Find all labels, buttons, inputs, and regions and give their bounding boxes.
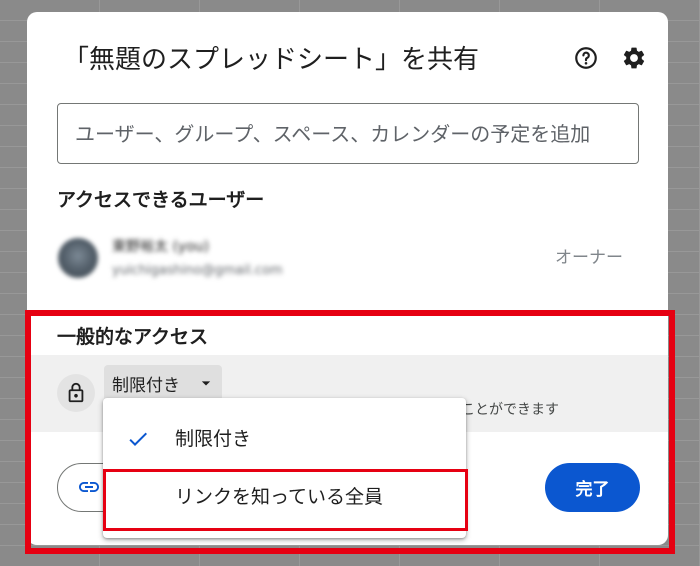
avatar	[58, 238, 98, 278]
share-people-input[interactable]	[57, 103, 639, 164]
done-button[interactable]: 完了	[545, 463, 640, 512]
menu-item-anyone-with-link[interactable]: リンクを知っている全員	[103, 468, 466, 526]
user-name: 東野裕太 (you)	[112, 239, 210, 255]
gear-icon[interactable]	[621, 45, 647, 71]
caret-down-icon	[201, 381, 211, 386]
link-icon	[79, 482, 99, 492]
menu-item-label: リンクを知っている全員	[175, 486, 384, 508]
dialog-title: 「無題のスプレッドシート」を共有	[63, 45, 480, 75]
people-with-access-heading: アクセスできるユーザー	[57, 189, 265, 211]
user-email: yuichigashino@gmail.com	[112, 263, 283, 278]
general-access-selected: 制限付き	[112, 375, 180, 396]
lock-icon	[57, 374, 95, 412]
menu-item-label: 制限付き	[175, 428, 252, 450]
general-access-heading: 一般的なアクセス	[57, 326, 209, 348]
general-access-menu: 制限付き リンクを知っている全員	[103, 398, 466, 538]
general-access-description: ことができます	[461, 402, 559, 418]
user-role-owner: オーナー	[555, 248, 623, 268]
check-icon	[129, 432, 147, 446]
menu-item-restricted[interactable]: 制限付き	[103, 410, 466, 468]
general-access-dropdown[interactable]: 制限付き	[104, 365, 222, 401]
help-icon[interactable]	[573, 45, 599, 71]
